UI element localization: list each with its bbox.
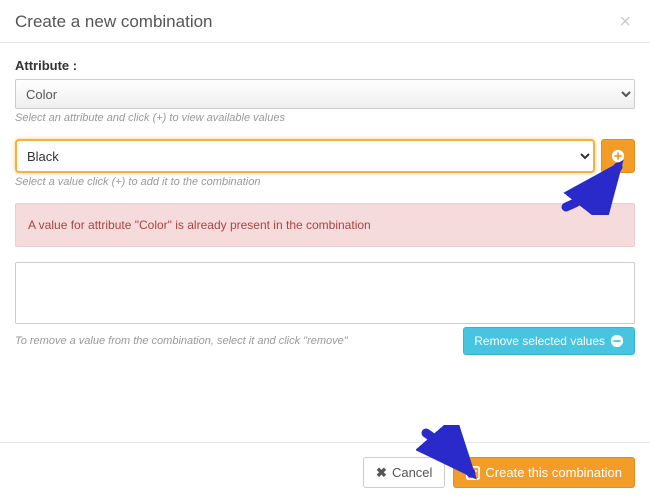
cancel-label: Cancel xyxy=(392,465,432,480)
attribute-label: Attribute : xyxy=(15,58,635,73)
value-row: Black xyxy=(15,139,635,173)
combination-values-list[interactable] xyxy=(15,262,635,324)
remove-hint: To remove a value from the combination, … xyxy=(15,335,453,347)
error-message: A value for attribute "Color" is already… xyxy=(28,218,371,232)
plus-circle-icon xyxy=(611,149,625,163)
close-icon: × xyxy=(619,11,631,33)
modal-body: Attribute : Color Select an attribute an… xyxy=(0,43,650,370)
add-value-button[interactable] xyxy=(601,139,635,173)
create-label: Create this combination xyxy=(485,465,622,480)
value-hint: Select a value click (+) to add it to th… xyxy=(15,176,635,188)
close-button[interactable]: × xyxy=(615,12,635,32)
remove-row: To remove a value from the combination, … xyxy=(15,327,635,355)
minus-circle-icon xyxy=(610,334,624,348)
check-square-icon xyxy=(466,466,480,480)
modal-header: Create a new combination × xyxy=(0,0,650,43)
remove-selected-label: Remove selected values xyxy=(474,334,605,348)
value-select[interactable]: Black xyxy=(17,141,593,171)
create-combination-button[interactable]: Create this combination xyxy=(453,457,635,488)
x-icon: ✖ xyxy=(376,466,387,479)
cancel-button[interactable]: ✖ Cancel xyxy=(363,457,445,488)
attribute-select[interactable]: Color xyxy=(15,79,635,109)
value-select-wrap: Black xyxy=(15,139,595,173)
attribute-hint: Select an attribute and click (+) to vie… xyxy=(15,112,635,124)
remove-selected-button[interactable]: Remove selected values xyxy=(463,327,635,355)
modal-footer: ✖ Cancel Create this combination xyxy=(0,442,650,502)
modal-title: Create a new combination xyxy=(15,12,213,32)
error-alert: A value for attribute "Color" is already… xyxy=(15,203,635,247)
